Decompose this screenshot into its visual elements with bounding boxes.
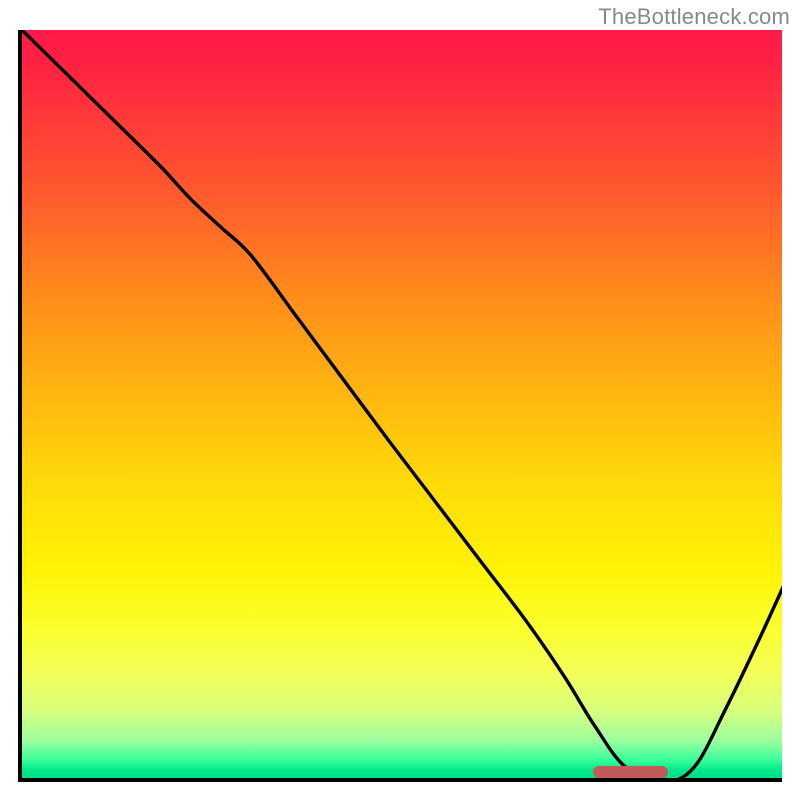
chart-container: TheBottleneck.com (0, 0, 800, 800)
bottleneck-curve (22, 30, 782, 782)
plot-area (18, 30, 782, 782)
watermark-text: TheBottleneck.com (598, 4, 790, 30)
optimal-range-marker (593, 766, 669, 778)
